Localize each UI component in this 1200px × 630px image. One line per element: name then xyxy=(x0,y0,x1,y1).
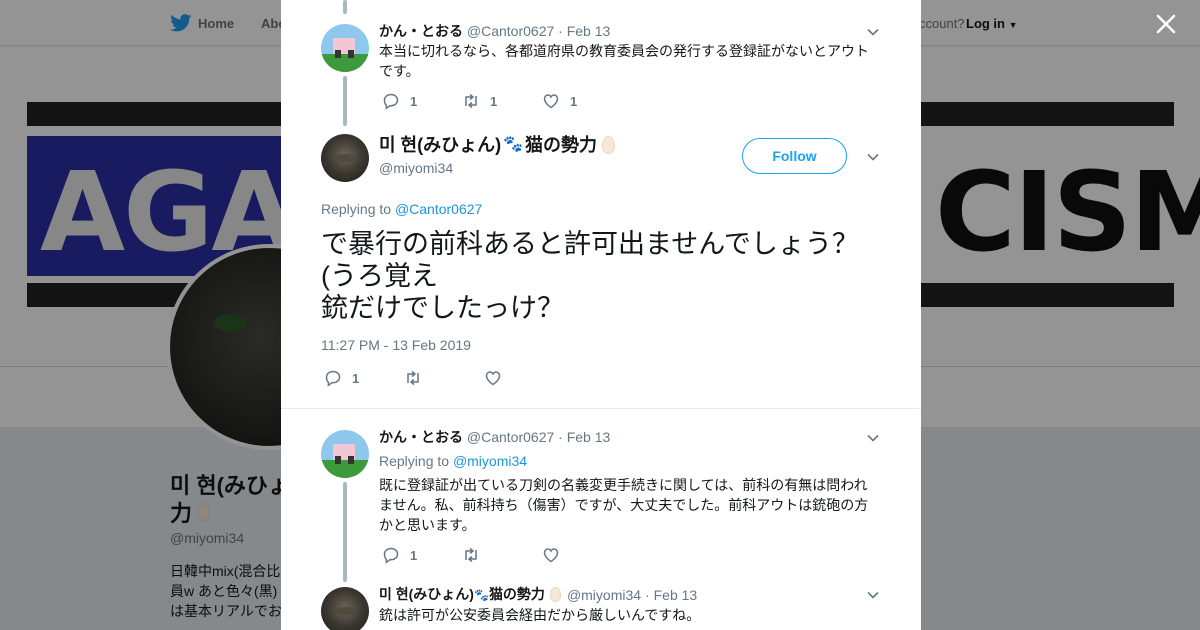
avatar[interactable] xyxy=(321,587,369,630)
user-name-suffix: 猫の勢力 xyxy=(488,586,545,602)
text-line: (うろ覚え xyxy=(321,261,438,291)
tweet-actions: 1 1 1 xyxy=(382,91,622,111)
reply-icon xyxy=(383,547,399,564)
paw-prints-icon: 🐾 xyxy=(503,136,524,153)
main-tweet-timestamp[interactable]: 11:27 PM - 13 Feb 2019 xyxy=(321,337,471,353)
retweet-icon xyxy=(465,93,477,109)
reply-button[interactable]: 1 xyxy=(382,546,462,564)
main-user-handle[interactable]: @miyomi34 xyxy=(379,159,453,177)
divider xyxy=(281,408,921,409)
user-name-prefix: 미 현(みひょん) xyxy=(379,586,474,602)
replying-to-link[interactable]: @miyomi34 xyxy=(453,453,527,469)
avatar[interactable] xyxy=(321,430,369,478)
tweet-actions: 1 xyxy=(382,545,622,565)
retweet-button[interactable] xyxy=(462,546,542,564)
chevron-down-icon[interactable] xyxy=(866,150,880,164)
like-button[interactable]: 1 xyxy=(542,92,622,110)
user-name-suffix: 猫の勢力 xyxy=(525,135,598,155)
like-button[interactable] xyxy=(542,546,622,564)
tweet-modal: かん・とおる @Cantor0627 · Feb 13 本当に切れるなら、各都道… xyxy=(281,0,921,630)
tweet-text: 本当に切れるなら、各都道府県の教育委員会の発行する登録証がないとアウトです。 xyxy=(379,43,869,79)
like-button[interactable] xyxy=(484,369,564,387)
like-count: 1 xyxy=(570,93,578,109)
avatar[interactable] xyxy=(321,134,369,182)
avatar[interactable] xyxy=(321,24,369,72)
user-name[interactable]: かん・とおる xyxy=(379,429,463,445)
tweet-date[interactable]: · Feb 13 xyxy=(558,23,610,39)
user-name-prefix: 미 현(みひょん) xyxy=(379,135,502,155)
main-tweet-text: で暴行の前科あると許可出ませんでしょう？ (うろ覚え 銃だけでしたっけ？ xyxy=(321,228,891,324)
user-name[interactable]: 미 현(みひょん)🐾猫の勢力 xyxy=(379,585,545,604)
tweet-header: かん・とおる @Cantor0627 · Feb 13 xyxy=(379,22,610,40)
chevron-down-icon[interactable] xyxy=(866,431,880,445)
chevron-down-icon[interactable] xyxy=(866,588,880,602)
replying-to: Replying to @Cantor0627 xyxy=(321,200,482,218)
text-line: 銃だけでしたっけ？ xyxy=(321,293,564,323)
tweet-date[interactable]: · Feb 13 xyxy=(558,429,610,445)
egg-emoji-icon xyxy=(549,587,561,602)
tweet-text: 銃は許可が公安委員会経由だから厳しいんですね。 xyxy=(379,607,701,623)
replying-to-link[interactable]: @Cantor0627 xyxy=(395,201,482,217)
replying-prefix: Replying to xyxy=(379,453,450,469)
text-line: で暴行の前科あると許可出ませんでしょう？ xyxy=(321,229,859,259)
retweet-icon xyxy=(407,370,419,386)
close-icon[interactable] xyxy=(1154,12,1178,36)
reply-count: 1 xyxy=(352,370,360,386)
reply-button[interactable]: 1 xyxy=(324,369,404,387)
retweet-icon xyxy=(465,547,477,563)
user-name[interactable]: かん・とおる xyxy=(379,23,463,39)
reply-icon xyxy=(325,370,341,387)
reply-count: 1 xyxy=(410,93,418,109)
paw-prints-icon: 🐾 xyxy=(473,588,489,602)
retweet-button[interactable]: 1 xyxy=(462,92,542,110)
thread-line xyxy=(343,0,347,14)
tweet-text: 既に登録証が出ている刀剣の名義変更手続きに関しては、前科の有無は問われません。私… xyxy=(379,477,869,533)
replying-to: Replying to @miyomi34 xyxy=(379,452,527,470)
main-tweet-actions: 1 xyxy=(324,368,564,388)
replying-prefix: Replying to xyxy=(321,201,392,217)
egg-emoji-icon xyxy=(602,136,616,154)
reply-button[interactable]: 1 xyxy=(382,92,462,110)
reply-icon xyxy=(383,93,399,110)
user-handle[interactable]: @Cantor0627 xyxy=(467,429,554,445)
user-handle[interactable]: @miyomi34 xyxy=(567,586,641,604)
tweet-header: かん・とおる @Cantor0627 · Feb 13 xyxy=(379,428,610,446)
tweet-date[interactable]: · Feb 13 xyxy=(645,586,697,604)
reply-count: 1 xyxy=(410,547,418,563)
thread-line xyxy=(343,76,347,126)
user-handle[interactable]: @Cantor0627 xyxy=(467,23,554,39)
follow-button[interactable]: Follow xyxy=(742,138,847,174)
heart-icon xyxy=(485,371,501,386)
retweet-count: 1 xyxy=(490,93,498,109)
main-user-name[interactable]: 미 현(みひょん) 🐾 猫の勢力 xyxy=(379,133,616,157)
heart-icon xyxy=(543,548,559,563)
chevron-down-icon[interactable] xyxy=(866,25,880,39)
tweet-header: 미 현(みひょん)🐾猫の勢力 @miyomi34 · Feb 13 xyxy=(379,585,697,604)
heart-icon xyxy=(543,94,559,109)
retweet-button[interactable] xyxy=(404,369,484,387)
thread-line xyxy=(343,482,347,582)
